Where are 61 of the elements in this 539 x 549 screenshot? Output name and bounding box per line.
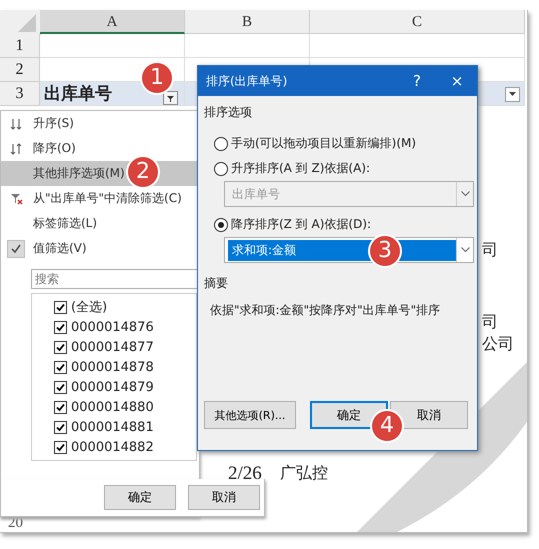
menu-item[interactable]: 标签筛选(L) <box>1 211 199 236</box>
clear-filter-icon <box>10 192 22 206</box>
table-cell: 公司 <box>482 334 514 355</box>
checkbox[interactable] <box>54 400 67 414</box>
checkbox[interactable] <box>54 440 67 454</box>
chevron-down-icon <box>460 247 470 253</box>
table-cell: 广弘控 <box>280 464 328 482</box>
checkbox[interactable] <box>54 420 67 434</box>
list-item[interactable]: 0000014877 <box>32 337 196 357</box>
checkbox[interactable] <box>54 360 67 374</box>
radio-button[interactable] <box>214 162 228 176</box>
radio-option[interactable]: 降序排序(Z 到 A)依据(D): <box>214 212 471 237</box>
list-item[interactable]: (全选) <box>32 297 196 317</box>
checkbox[interactable] <box>54 300 67 314</box>
chevron-down-icon <box>460 191 470 197</box>
filter-button[interactable] <box>163 91 178 105</box>
dialog-button[interactable]: 其他选项(R)... <box>204 401 296 429</box>
caret-icon <box>509 92 516 97</box>
row-header[interactable]: 1 <box>0 34 40 58</box>
step-badge: 1 <box>142 63 172 93</box>
radio-button[interactable] <box>214 136 228 150</box>
close-button[interactable]: × <box>437 68 477 94</box>
menu-item[interactable]: 升序(S) <box>1 111 199 136</box>
list-item[interactable]: 0000014878 <box>32 357 196 377</box>
checkbox[interactable] <box>54 340 67 354</box>
row-header[interactable]: 20 <box>8 515 23 532</box>
menu-item[interactable]: 值筛选(V) <box>1 236 199 261</box>
list-item[interactable]: 0000014876 <box>32 317 196 337</box>
summary-text: 依据"求和项:金额"按降序对"出库单号"排序 <box>210 302 442 319</box>
list-item[interactable]: 0000014882 <box>32 437 196 457</box>
window-title: 排序(出库单号) <box>206 72 288 90</box>
group-title: 排序选项 <box>204 104 253 121</box>
radio-button[interactable] <box>214 218 228 232</box>
sort-ascending-icon <box>10 116 22 130</box>
step-badge: 4 <box>372 411 402 441</box>
row-header[interactable]: 3 <box>0 82 40 106</box>
sort-descending-icon <box>10 142 22 156</box>
group-title: 摘要 <box>204 275 229 292</box>
table-cell: 2/26 <box>228 464 262 483</box>
select-all-icon <box>0 10 41 35</box>
dropdown-button[interactable] <box>505 87 520 102</box>
menu-button[interactable]: 取消 <box>188 485 260 510</box>
column-header[interactable]: B <box>185 10 310 34</box>
step-badge: 2 <box>128 157 158 187</box>
list-item[interactable]: 0000014881 <box>32 417 196 437</box>
menu-button[interactable]: 确定 <box>104 485 176 510</box>
step-badge: 3 <box>370 236 400 266</box>
filter-icon <box>166 94 175 102</box>
list-item[interactable]: 0000014880 <box>32 397 196 417</box>
table-cell: 司 <box>482 240 498 261</box>
radio-option[interactable]: 手动(可以拖动项目以重新编排)(M) <box>214 131 471 156</box>
list-item[interactable]: 0000014879 <box>32 377 196 397</box>
menu-item[interactable]: 从"出库单号"中清除筛选(C) <box>1 186 199 211</box>
radio-option[interactable]: 升序排序(A 到 Z)依据(A): <box>214 156 471 181</box>
column-header[interactable]: C <box>310 10 525 34</box>
row-header[interactable]: 2 <box>0 58 40 82</box>
checkbox[interactable] <box>54 320 67 334</box>
help-button[interactable]: ? <box>397 68 437 94</box>
table-cell: 司 <box>482 312 498 333</box>
checkbox[interactable] <box>54 380 67 394</box>
column-header[interactable]: A <box>40 10 185 34</box>
